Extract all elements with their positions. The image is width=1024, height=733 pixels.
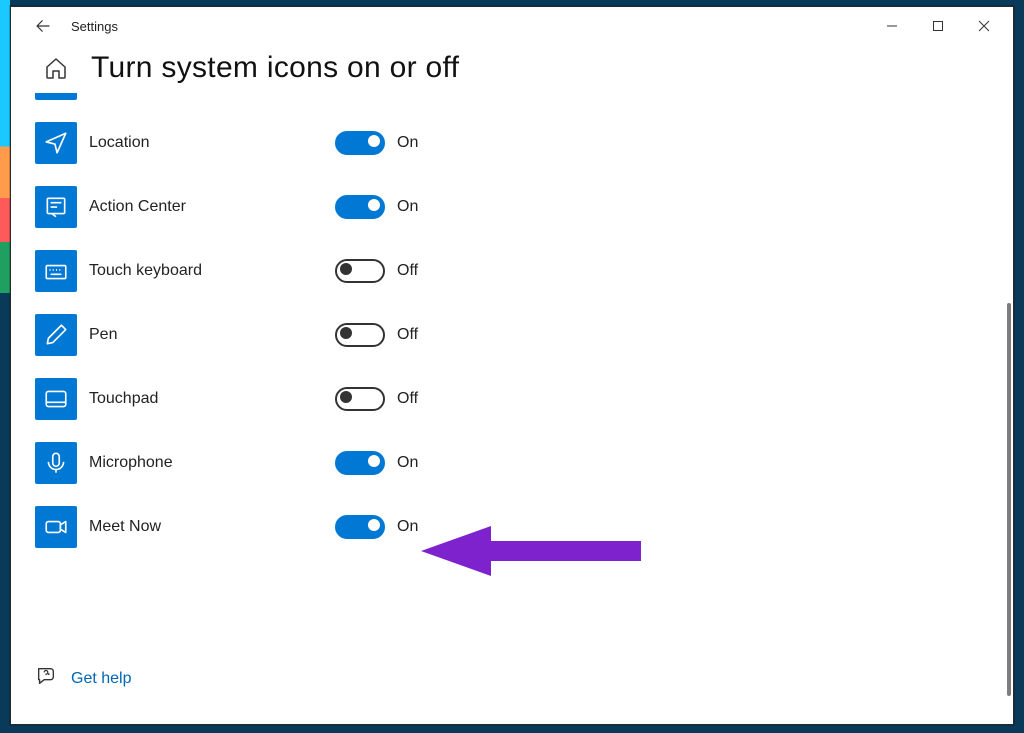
window-title: Settings (71, 19, 118, 34)
toggle-switch[interactable] (335, 515, 385, 539)
toggle-switch[interactable] (335, 131, 385, 155)
touchpad-icon (35, 378, 77, 420)
setting-row: Meet Now On (35, 495, 1013, 559)
maximize-icon (932, 20, 944, 32)
setting-label: Touchpad (89, 390, 335, 408)
setting-row: Action Center On (35, 175, 1013, 239)
minimize-icon (886, 20, 898, 32)
back-button[interactable] (29, 12, 57, 40)
page-header: Turn system icons on or off (11, 45, 1013, 93)
toggle-switch[interactable] (335, 387, 385, 411)
toggle-state-label: Off (397, 390, 418, 408)
maximize-button[interactable] (915, 10, 961, 42)
help-row: Get help (35, 665, 131, 692)
toggle-state-label: Off (397, 262, 418, 280)
meet-now-icon (35, 506, 77, 548)
microphone-icon (35, 442, 77, 484)
setting-row: Touchpad Off (35, 367, 1013, 431)
toggle-switch[interactable] (335, 259, 385, 283)
arrow-left-icon (34, 17, 52, 35)
setting-label: Action Center (89, 198, 335, 216)
titlebar: Settings (11, 7, 1013, 45)
toggle-state-label: Off (397, 326, 418, 344)
setting-label: Pen (89, 326, 335, 344)
touch-keyboard-icon (35, 250, 77, 292)
pen-icon (35, 314, 77, 356)
setting-row: Pen Off (35, 303, 1013, 367)
minimize-button[interactable] (869, 10, 915, 42)
location-icon (35, 122, 77, 164)
setting-row: Touch keyboard Off (35, 239, 1013, 303)
home-button[interactable] (41, 53, 71, 83)
toggle-switch[interactable] (335, 323, 385, 347)
desktop-background (0, 0, 10, 733)
toggle-switch[interactable] (335, 451, 385, 475)
page-title: Turn system icons on or off (91, 51, 459, 85)
home-icon (44, 56, 68, 80)
close-button[interactable] (961, 10, 1007, 42)
feedback-icon (35, 665, 57, 692)
scrollbar[interactable] (1007, 303, 1011, 696)
input-indicator-icon (35, 93, 77, 100)
toggle-state-label: On (397, 198, 418, 216)
setting-label: Meet Now (89, 518, 335, 536)
setting-row: Input IndicatorOn (35, 93, 1013, 111)
content-area: Input IndicatorOnLocationOnAction Center… (11, 93, 1013, 724)
close-icon (978, 20, 990, 32)
setting-row: Microphone On (35, 431, 1013, 495)
toggle-state-label: On (397, 518, 418, 536)
action-center-icon (35, 186, 77, 228)
toggle-switch[interactable] (335, 195, 385, 219)
settings-window: Settings Turn system icons on or off Inp… (10, 6, 1014, 725)
toggle-state-label: On (397, 454, 418, 472)
get-help-link[interactable]: Get help (71, 670, 131, 688)
setting-label: Microphone (89, 454, 335, 472)
toggle-state-label: On (397, 134, 418, 152)
setting-label: Location (89, 134, 335, 152)
setting-label: Touch keyboard (89, 262, 335, 280)
setting-row: Location On (35, 111, 1013, 175)
